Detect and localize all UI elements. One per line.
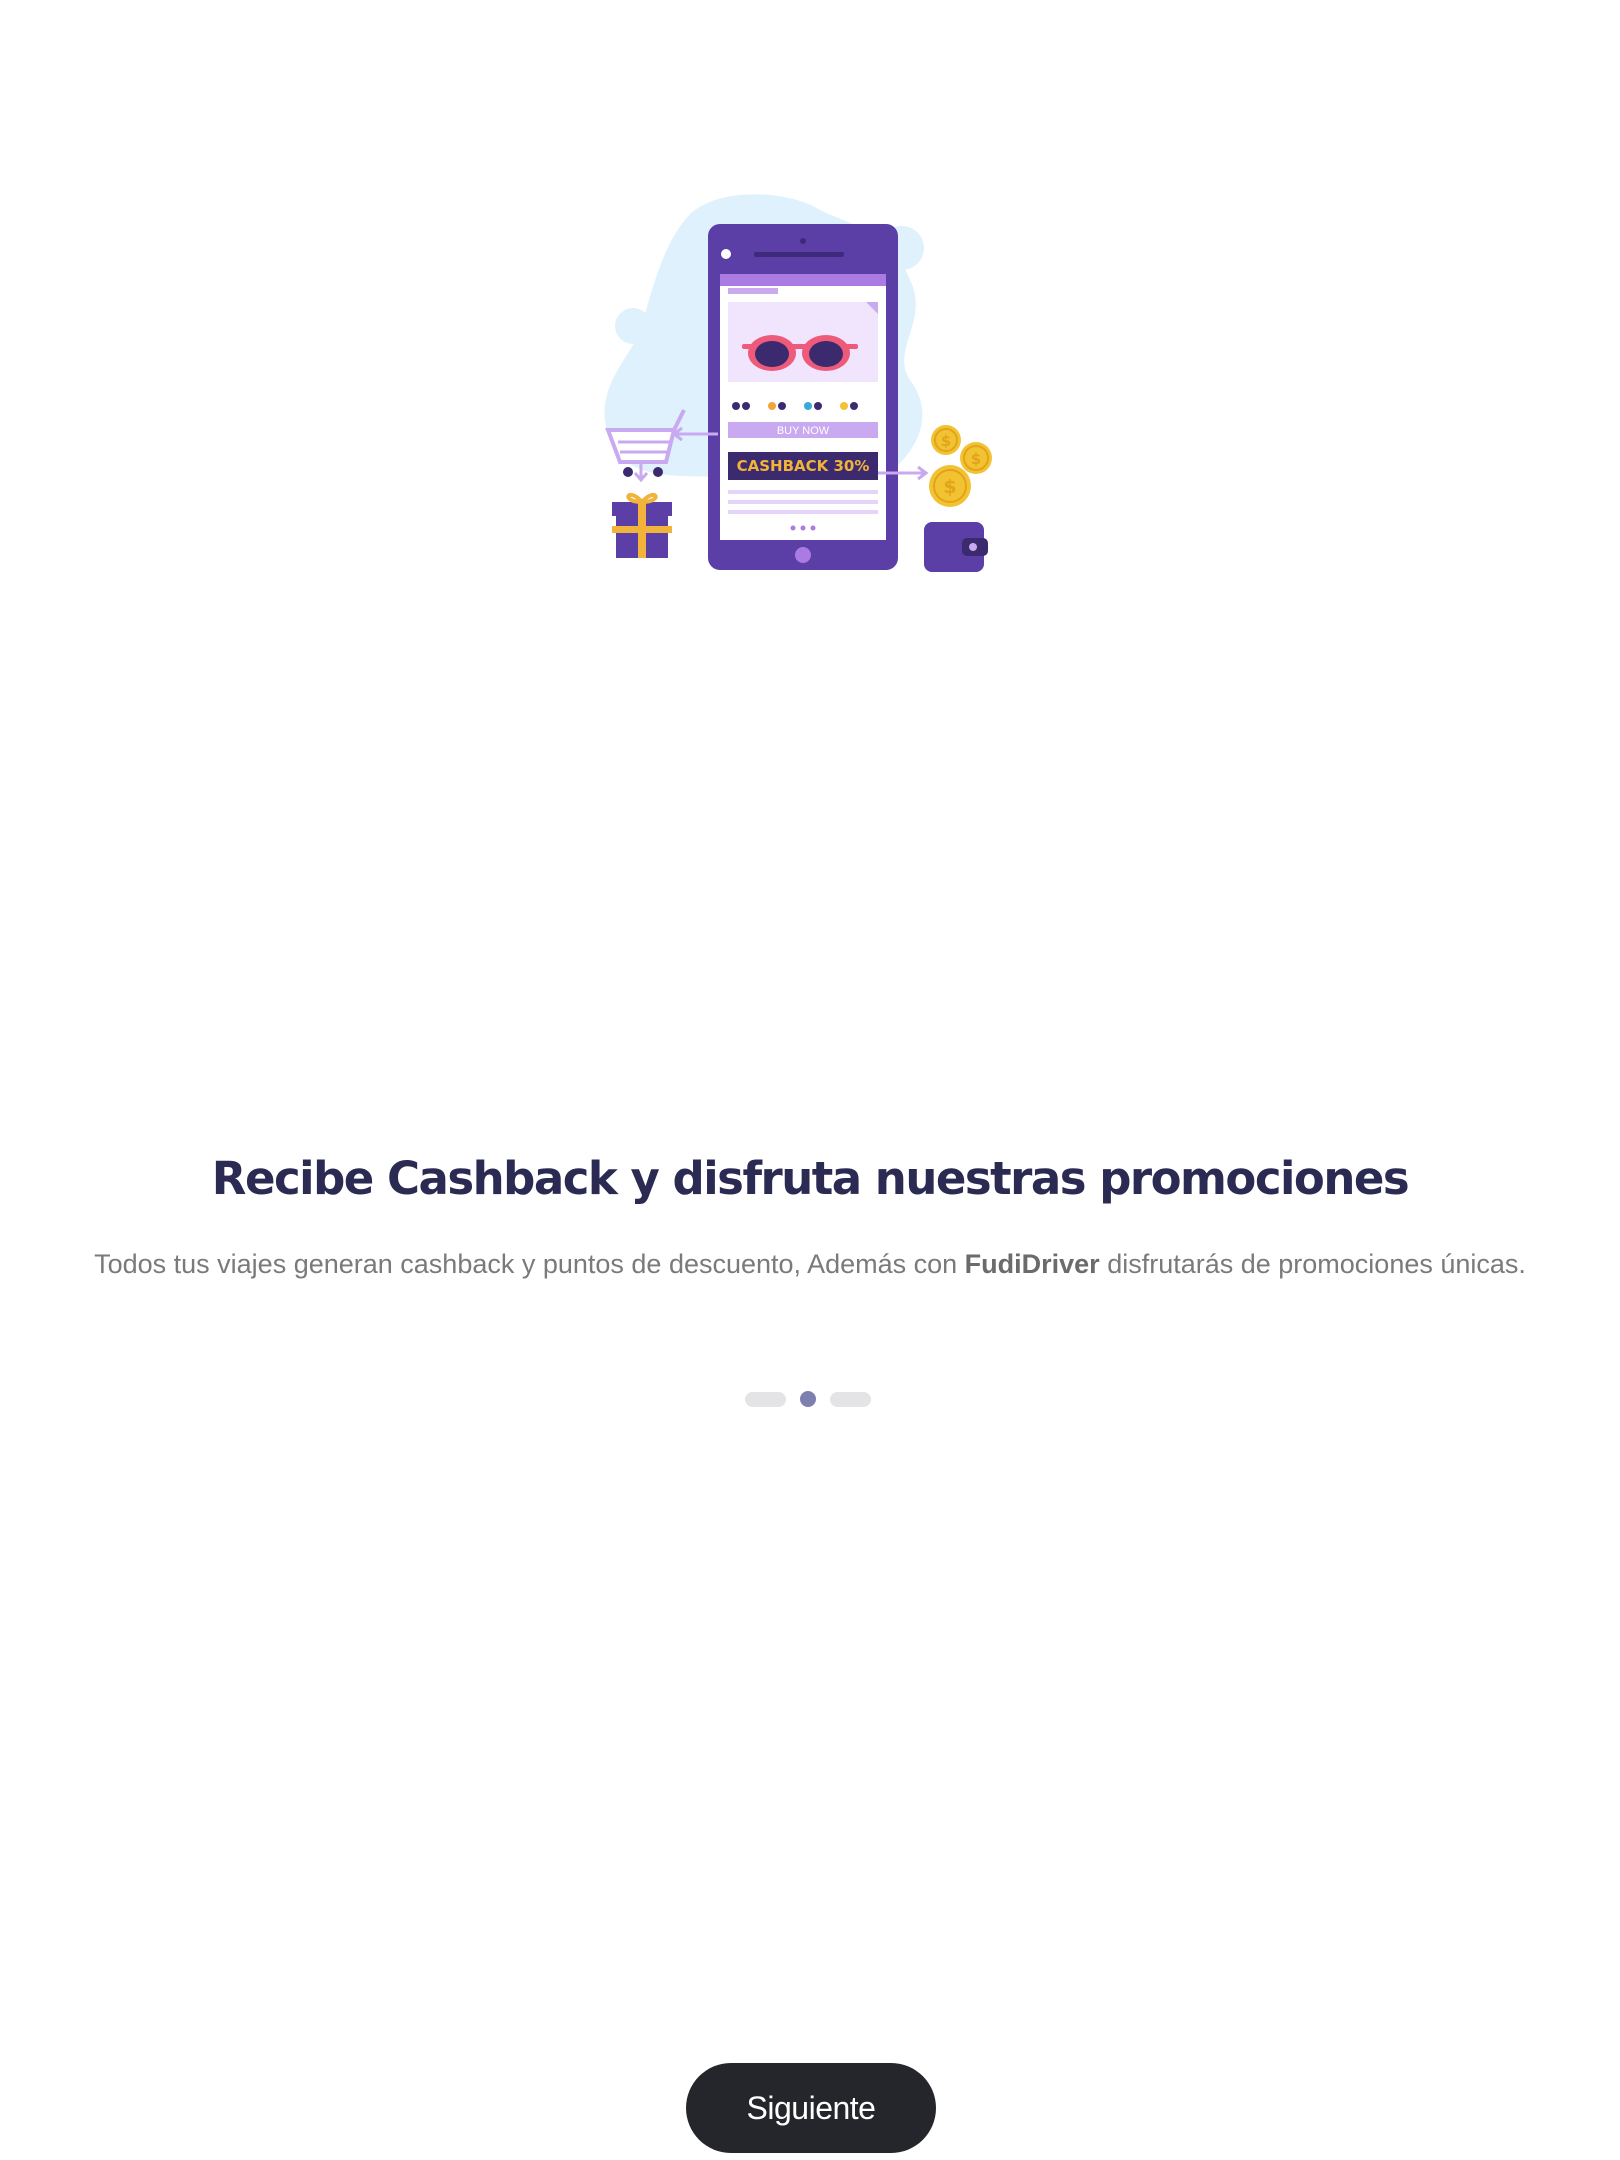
svg-text:BUY NOW: BUY NOW (777, 425, 830, 437)
buy-now-banner: BUY NOW (728, 422, 878, 438)
page-indicator-active[interactable] (800, 1391, 816, 1407)
home-button-icon (795, 547, 811, 563)
page-dots (790, 525, 816, 531)
svg-text:CASHBACK 30%: CASHBACK 30% (737, 457, 870, 475)
svg-text:$: $ (943, 476, 956, 498)
phone-icon (708, 224, 898, 570)
next-button[interactable]: Siguiente (686, 2063, 936, 2153)
coins-icon: $ $ $ (929, 425, 992, 507)
svg-text:$: $ (971, 450, 981, 468)
description-lines (728, 490, 878, 514)
brand-name: FudiDriver (964, 1249, 1100, 1279)
page-indicator-inactive[interactable] (830, 1391, 871, 1407)
cashback-illustration: BUY NOW CASHBACK 30% $ $ $ (590, 190, 1030, 630)
wallet-icon (924, 522, 988, 572)
cashback-banner: CASHBACK 30% (728, 452, 878, 480)
description-text-end: disfrutarás de promociones únicas. (1099, 1249, 1526, 1279)
description-text: Todos tus viajes generan cashback y punt… (94, 1249, 965, 1279)
svg-text:$: $ (941, 432, 951, 450)
page-indicator (745, 1390, 875, 1408)
page-title: Recibe Cashback y disfruta nuestras prom… (211, 1152, 1410, 1205)
gift-icon (612, 492, 672, 558)
page-indicator-inactive[interactable] (745, 1391, 786, 1407)
page-description: Todos tus viajes generan cashback y punt… (0, 1249, 1620, 1280)
